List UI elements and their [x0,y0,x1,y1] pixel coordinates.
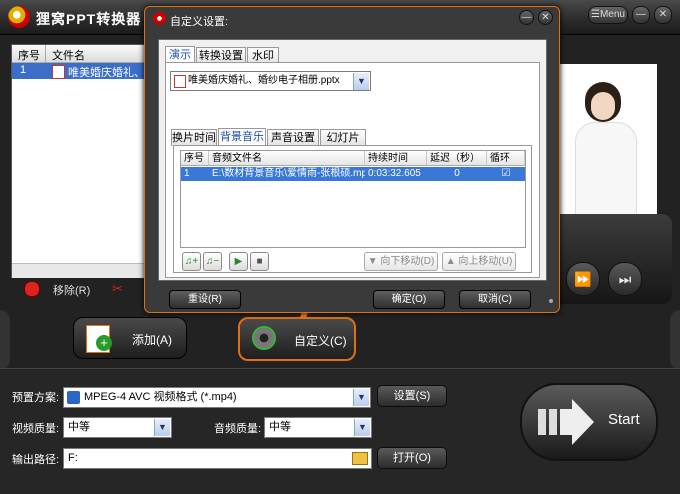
video-format-icon [67,391,80,404]
fast-forward-button[interactable]: ⏩ [566,262,600,296]
presentation-panel: 唯美婚庆婚礼、婚纱电子相册.pptx ▼ 换片时间 背景音乐 声音设置 幻灯片 … [165,62,540,278]
menu-button[interactable]: ☰Menu [588,6,628,24]
folder-icon[interactable] [352,452,368,465]
video-quality-value: 中等 [68,421,90,433]
column-divider [45,45,46,62]
subtab-slides[interactable]: 幻灯片 [320,129,366,146]
ppt-file-icon [52,65,65,79]
subtab-slide-timing[interactable]: 换片时间 [171,129,217,146]
horizontal-scrollbar[interactable] [12,263,152,278]
move-down-label: 向下移动(D) [380,256,435,267]
add-plus-icon: + [96,335,112,351]
add-label: 添加(A) [132,333,172,347]
preset-select[interactable]: MPEG-4 AVC 视频格式 (*.mp4) ▼ [63,387,371,408]
preset-value: MPEG-4 AVC 视频格式 (*.mp4) [84,391,237,403]
custom-tools-icon [250,324,278,352]
preview-controls: ⏩ ⏭ [552,214,672,304]
start-arrow-icon [538,399,594,445]
pptx-file-select[interactable]: 唯美婚庆婚礼、婚纱电子相册.pptx ▼ [170,71,371,91]
main-window: 狸窝PPT转换器 ☰Menu — ✕ 序号 文件名 1 唯美婚庆婚礼、 移除(R… [0,0,680,494]
file-list-header: 序号 文件名 [12,45,152,63]
video-quality-select[interactable]: 中等 ▼ [63,417,172,438]
dialog-minimize-button[interactable]: — [519,10,534,25]
output-settings-panel: 预置方案: MPEG-4 AVC 视频格式 (*.mp4) ▼ 设置(S) 视频… [0,368,680,494]
reset-button[interactable]: 重设(R) [169,290,241,309]
dialog-content: 演示 转换设置 水印 唯美婚庆婚礼、婚纱电子相册.pptx ▼ 换片时间 背景音… [158,39,547,281]
chevron-down-icon: ▼ [353,73,369,90]
row-delay[interactable]: 0 [427,167,487,181]
audio-quality-value: 中等 [269,421,291,433]
bride-face [591,92,615,120]
menu-icon: ☰ [591,9,600,20]
app-title: 狸窝PPT转换器 [36,11,142,27]
col-loop-header: 循环 [487,151,525,166]
down-arrow-icon: ▼ [367,256,378,267]
col-index-header: 序号 [18,50,40,62]
row-index[interactable]: 1 [181,167,209,181]
add-button[interactable]: + 添加(A) [73,317,187,359]
audio-quality-label: 音频质量: [214,423,262,435]
move-down-button[interactable]: ▼ 向下移动(D) [364,252,438,271]
subtab-background-music[interactable]: 背景音乐 [218,128,266,146]
add-music-button[interactable]: ♫+ [182,252,201,271]
left-edge-handle [0,310,10,370]
row-filename: 唯美婚庆婚礼、 [68,67,145,79]
clear-icon[interactable]: ✂ [112,281,123,297]
video-quality-label: 视频质量: [12,423,60,435]
row-duration[interactable]: 0:03:32.605 [365,167,427,181]
next-button[interactable]: ⏭ [608,262,642,296]
dialog-title: 自定义设置: [170,16,229,28]
file-list: 序号 文件名 1 唯美婚庆婚礼、 [11,44,153,278]
background-music-panel: 序号 音频文件名 持续时间 延迟（秒） 循环 1 E:\数材背景音乐\爱情雨-张… [173,145,532,273]
play-icon[interactable]: ▶ [229,252,248,271]
file-list-row[interactable]: 1 唯美婚庆婚礼、 [12,63,152,79]
output-path-label: 输出路径: [12,454,60,466]
remove-button[interactable]: 移除(R) [53,282,90,298]
col-delay-header: 延迟（秒） [427,151,487,166]
dialog-app-icon [153,12,166,25]
preset-label: 预置方案: [12,392,60,404]
preview-image [557,64,657,214]
custom-label: 自定义(C) [294,334,347,348]
dialog-close-button[interactable]: ✕ [538,10,553,25]
subtab-sound-settings[interactable]: 声音设置 [267,129,319,146]
move-up-label: 向上移动(U) [458,256,513,267]
row-index: 1 [20,64,27,76]
settings-button[interactable]: 设置(S) [377,385,447,407]
col-index-header: 序号 [181,151,209,166]
row-audio-file[interactable]: E:\数材背景音乐\爱情雨-张根硕.mp3 [209,167,365,181]
cancel-button[interactable]: 取消(C) [459,290,531,309]
stop-icon[interactable]: ■ [250,252,269,271]
move-up-button[interactable]: ▲ 向上移动(U) [442,252,516,271]
row-loop-checkbox[interactable]: ☑ [487,167,525,181]
audio-file-table: 序号 音频文件名 持续时间 延迟（秒） 循环 1 E:\数材背景音乐\爱情雨-张… [180,150,526,248]
chevron-down-icon: ▼ [154,419,170,436]
bride-dress [575,122,637,214]
custom-button[interactable]: 自定义(C) [238,317,356,361]
right-edge-handle [670,310,680,370]
col-duration-header: 持续时间 [365,151,427,166]
remove-icon [24,281,40,297]
resize-grip-icon[interactable] [549,299,553,303]
output-path-value: F: [68,452,78,464]
col-filename-header: 文件名 [52,50,85,62]
custom-settings-dialog: 自定义设置: — ✕ 演示 转换设置 水印 唯美婚庆婚礼、婚纱电子相册.pptx… [144,6,560,313]
ppt-file-icon [174,75,186,88]
output-path-input[interactable]: F: [63,448,372,469]
col-audio-file-header: 音频文件名 [209,151,365,166]
audio-quality-select[interactable]: 中等 ▼ [264,417,372,438]
pptx-file-value: 唯美婚庆婚礼、婚纱电子相册.pptx [188,75,340,86]
close-button[interactable]: ✕ [654,6,672,24]
app-logo-icon [8,6,30,28]
open-folder-button[interactable]: 打开(O) [377,447,447,469]
chevron-down-icon: ▼ [353,389,369,406]
up-arrow-icon: ▲ [445,256,456,267]
menu-label: Menu [599,9,625,20]
remove-music-button[interactable]: ♫− [203,252,222,271]
start-button[interactable]: Start [520,383,658,461]
minimize-button[interactable]: — [632,6,650,24]
chevron-down-icon: ▼ [354,419,370,436]
start-label: Start [608,411,640,428]
ok-button[interactable]: 确定(O) [373,290,445,309]
